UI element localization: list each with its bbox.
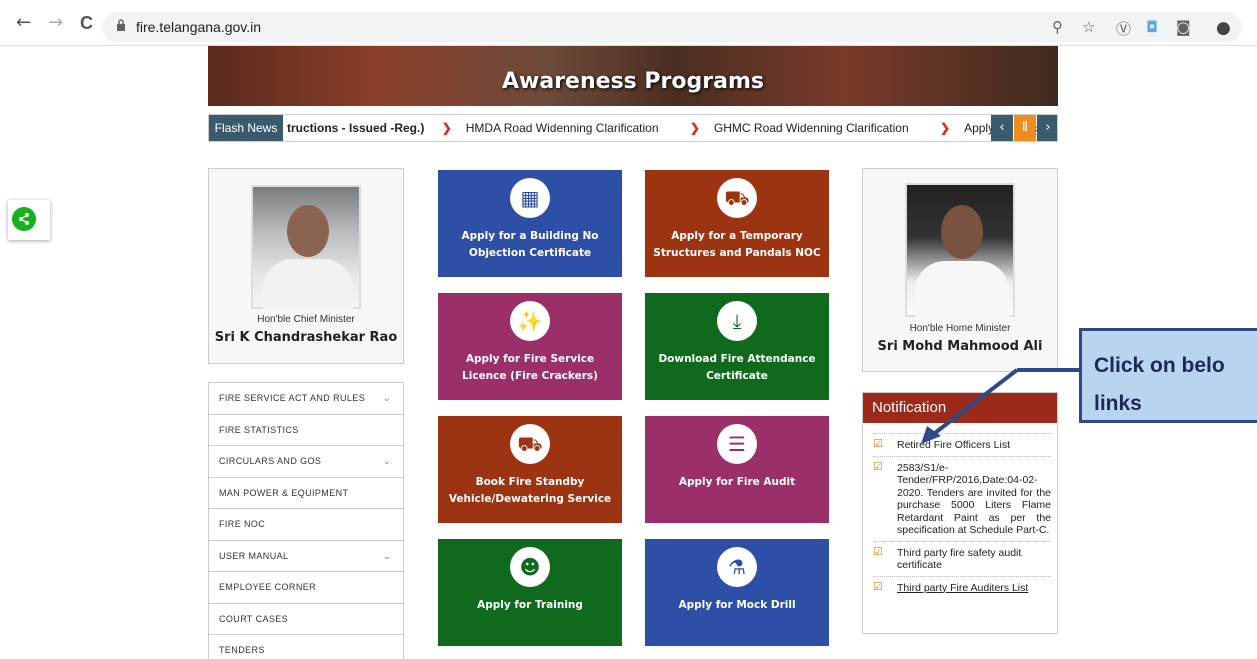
home-minister-card: Hon'ble Home Minister Sri Mohd Mahmood A… [862, 168, 1058, 372]
tile-mock-drill[interactable]: ⚗ Apply for Mock Drill [645, 539, 829, 646]
callout-annotation: Click on belo links [1079, 328, 1257, 423]
checkbox-icon: ☑ [873, 579, 883, 593]
tile-temporary-structures-noc[interactable]: ⛟ Apply for a Temporary Structures and P… [645, 170, 829, 277]
callout-text: Click on belo links [1094, 354, 1225, 415]
chief-minister-card: Hon'ble Chief Minister Sri K Chandrashek… [208, 168, 404, 364]
building-icon: ▦ [510, 178, 550, 218]
menu-item-man-power[interactable]: MAN POWER & EQUIPMENT [209, 478, 403, 509]
flash-item[interactable]: ❯ HMDA Road Widenning Clarification [442, 121, 673, 135]
url-text[interactable]: fire.telangana.gov.in [136, 19, 261, 35]
truck-icon: ⛟ [717, 178, 757, 218]
flash-item[interactable]: tructions - Issued -Reg.) [287, 121, 424, 135]
notification-item[interactable]: ☑ Third party fire safety audit certifica… [873, 540, 1051, 576]
home-minister-name: Sri Mohd Mahmood Ali [877, 339, 1043, 354]
chevron-down-icon: ⌄ [383, 456, 391, 466]
tile-fire-service-licence[interactable]: ✨ Apply for Fire Service Licence (Fire C… [438, 293, 622, 400]
flash-pause-button[interactable]: Ⅱ [1014, 115, 1036, 141]
chevron-right-icon: ❯ [441, 121, 452, 135]
callout-arrow [921, 368, 1080, 444]
download-icon: ⤓ [717, 301, 757, 341]
forward-button[interactable]: → [48, 14, 63, 32]
chief-minister-title: Hon'ble Chief Minister [257, 314, 355, 325]
flash-news-items: tructions - Issued -Reg.) ❯ HMDA Road Wid… [287, 115, 1057, 141]
menu-item-court-cases[interactable]: COURT CASES [209, 604, 403, 635]
flash-item[interactable]: ❯ GHMC Road Widenning Clarification [690, 121, 923, 135]
truck-icon: ⛟ [510, 424, 550, 464]
chevron-right-icon: ❯ [940, 121, 951, 135]
menu-item-employee-corner[interactable]: EMPLOYEE CORNER [209, 572, 403, 604]
list-icon: ☰ [717, 424, 757, 464]
flash-prev-button[interactable]: ‹ [991, 115, 1013, 141]
group-icon: ☻ [510, 547, 550, 587]
chevron-right-icon: ❯ [689, 121, 700, 135]
tile-building-noc[interactable]: ▦ Apply for a Building No Objection Cert… [438, 170, 622, 277]
menu-item-circulars[interactable]: CIRCULARS AND GOS ⌄ [209, 446, 403, 478]
chevron-down-icon: ⌄ [383, 393, 391, 403]
notification-item[interactable]: ☑ 2583/S1/e-Tender/FRP/2016,Date:04-02-20… [873, 455, 1051, 541]
share-icon[interactable] [12, 207, 36, 231]
side-menu: FIRE SERVICE ACT AND RULES ⌄ FIRE STATIST… [208, 382, 404, 659]
banner: Awareness Programs [208, 46, 1058, 106]
menu-item-fire-statistics[interactable]: FIRE STATISTICS [209, 415, 403, 446]
flash-news-label: Flash News [209, 115, 283, 141]
banner-title: Awareness Programs [502, 69, 764, 94]
extinguisher-icon: ⚗ [717, 547, 757, 587]
home-minister-photo [905, 183, 1015, 317]
profile-icon[interactable]: ● [1216, 18, 1231, 38]
screenshot-extension-icon[interactable]: ◙ [1176, 18, 1191, 36]
chief-minister-name: Sri K Chandrashekar Rao [214, 330, 398, 345]
address-bar[interactable] [102, 12, 1242, 42]
lock-icon [117, 19, 125, 31]
notification-list: ☑ Retired Fire Officers List ☑ 2583/S1/e-T… [873, 433, 1051, 598]
menu-item-user-manual[interactable]: USER MANUAL ⌄ [209, 541, 403, 572]
checkbox-icon: ☑ [873, 459, 883, 473]
tile-training[interactable]: ☻ Apply for Training [438, 539, 622, 646]
reload-button[interactable]: C [80, 14, 93, 32]
chief-minister-photo [251, 185, 361, 309]
browser-toolbar: ← → C fire.telangana.gov.in ⚲ ☆ Ⓥ ◘ ◙ ● [0, 0, 1257, 46]
bookmark-star-icon[interactable]: ☆ [1082, 18, 1095, 36]
web-page: Awareness Programs tructions - Issued -R… [0, 46, 1257, 659]
notification-item[interactable]: ☑ Third party Fire Auditers List [873, 575, 1051, 599]
checkbox-icon: ☑ [873, 544, 883, 558]
menu-item-fire-noc[interactable]: FIRE NOC [209, 509, 403, 541]
home-minister-title: Hon'ble Home Minister [909, 323, 1011, 334]
menu-item-tenders[interactable]: TENDERS [209, 635, 403, 659]
tile-fire-standby-vehicle[interactable]: ⛟ Book Fire Standby Vehicle/Dewatering S… [438, 416, 622, 523]
back-button[interactable]: ← [16, 14, 31, 32]
share-widget[interactable] [8, 200, 50, 240]
tile-download-certificate[interactable]: ⤓ Download Fire Attendance Certificate [645, 293, 829, 400]
vivaldi-extension-icon[interactable]: Ⓥ [1116, 18, 1131, 39]
tile-fire-audit[interactable]: ☰ Apply for Fire Audit [645, 416, 829, 523]
flash-news-bar: tructions - Issued -Reg.) ❯ HMDA Road Wid… [208, 114, 1058, 142]
chevron-down-icon: ⌄ [383, 550, 391, 561]
firecracker-icon: ✨ [510, 301, 550, 341]
zoom-icon[interactable]: ⚲ [1052, 18, 1063, 36]
checkbox-icon: ☑ [873, 437, 883, 450]
camera-extension-icon[interactable]: ◘ [1146, 18, 1158, 36]
flash-next-button[interactable]: › [1037, 115, 1057, 141]
menu-item-fire-service-act[interactable]: FIRE SERVICE ACT AND RULES ⌄ [209, 383, 403, 415]
